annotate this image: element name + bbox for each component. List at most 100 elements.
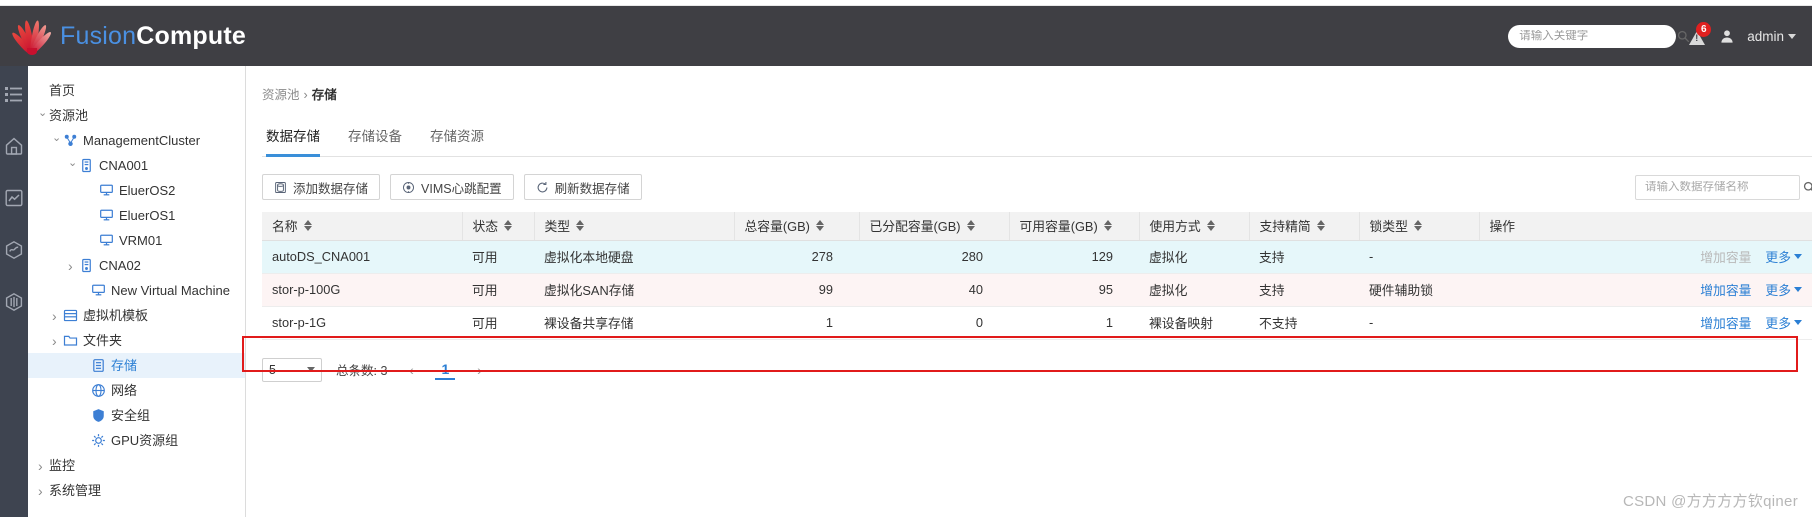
table-row[interactable]: autoDS_CNA001 可用 虚拟化本地硬盘 278 280 129 虚拟化 支持 - 增加容… [262, 240, 1812, 274]
hexagon-wave-icon[interactable] [4, 240, 24, 260]
alert-button[interactable]: 6 [1689, 22, 1712, 46]
tree-item-elueros2[interactable]: EluerOS2 [28, 178, 245, 203]
tree-item-vrm01[interactable]: VRM01 [28, 228, 245, 253]
tree-item-存储[interactable]: 存储 [28, 353, 245, 378]
tree-item-文件夹[interactable]: 文件夹 [28, 328, 245, 353]
tree-item-安全组[interactable]: 安全组 [28, 403, 245, 428]
chevron-down-icon[interactable] [52, 134, 63, 147]
cell-type: 虚拟化本地硬盘 [534, 240, 734, 274]
sort-arrows-icon[interactable] [1103, 220, 1112, 232]
column-header-5[interactable]: 可用容量(GB) [1009, 212, 1140, 241]
user-menu[interactable]: admin [1747, 29, 1796, 44]
column-header-label: 支持精简 [1259, 219, 1311, 235]
page-size-select[interactable]: 5 [262, 357, 322, 382]
datastore-search-input[interactable] [1645, 181, 1799, 193]
column-header-2[interactable]: 类型 [534, 212, 735, 241]
user-name: admin [1747, 28, 1784, 44]
tree-item-managementcluster[interactable]: ManagementCluster [28, 128, 245, 153]
tree-item-监控[interactable]: 监控 [28, 453, 245, 478]
more-actions-menu[interactable]: 更多 [1765, 313, 1802, 332]
column-header-1[interactable]: 状态 [462, 212, 535, 241]
tree-item-系统管理[interactable]: 系统管理 [28, 478, 245, 503]
sort-arrows-icon[interactable] [303, 220, 312, 232]
column-header-0[interactable]: 名称 [262, 212, 463, 241]
table-row[interactable]: stor-p-1G 可用 裸设备共享存储 1 0 1 裸设备映射 不支持 - 增加容量 更多 [262, 306, 1812, 340]
vims-heartbeat-button[interactable]: VIMS心跳配置 [390, 174, 514, 200]
column-header-6[interactable]: 使用方式 [1139, 212, 1250, 241]
expand-capacity-link[interactable]: 增加容量 [1700, 280, 1751, 299]
chevron-right-icon[interactable] [38, 483, 49, 499]
column-header-7[interactable]: 支持精简 [1249, 212, 1360, 241]
more-actions-menu[interactable]: 更多 [1765, 280, 1802, 299]
column-header-label: 类型 [544, 219, 571, 235]
list-icon[interactable] [4, 84, 24, 104]
cell-thin-support: 不支持 [1249, 306, 1359, 340]
brand-name-second: Compute [136, 21, 246, 50]
header-actions: 6 admin [1508, 22, 1796, 48]
cell-actions: 增加容量 更多 [1479, 240, 1812, 274]
sort-arrows-icon[interactable] [576, 220, 585, 232]
page-number-1[interactable]: 1 [435, 360, 456, 380]
tree-item-网络[interactable]: 网络 [28, 378, 245, 403]
add-datastore-button[interactable]: 添加数据存储 [262, 174, 381, 200]
sort-arrows-icon[interactable] [815, 220, 824, 232]
chevron-down-icon[interactable] [38, 109, 49, 122]
sort-arrows-icon[interactable] [1206, 220, 1215, 232]
brand[interactable]: FusionCompute [10, 17, 246, 56]
tree-item-资源池[interactable]: 资源池 [28, 103, 245, 128]
tree-item-label: 监控 [49, 458, 76, 473]
expand-capacity-link[interactable]: 增加容量 [1700, 313, 1751, 332]
next-page-button[interactable]: › [469, 360, 489, 380]
add-datastore-label: 添加数据存储 [293, 181, 369, 196]
cell-name: autoDS_CNA001 [262, 240, 462, 274]
tree-item-elueros1[interactable]: EluerOS1 [28, 203, 245, 228]
global-search[interactable] [1508, 24, 1690, 48]
column-header-8[interactable]: 锁类型 [1359, 212, 1480, 241]
breadcrumb-parent[interactable]: 资源池 [262, 88, 300, 102]
more-actions-menu[interactable]: 更多 [1765, 247, 1802, 266]
chevron-right-icon[interactable] [38, 458, 49, 474]
prev-page-button[interactable]: ‹ [401, 360, 421, 380]
chevron-right-icon[interactable] [52, 333, 63, 349]
sort-arrows-icon[interactable] [1316, 220, 1325, 232]
column-header-9: 操作 [1479, 212, 1812, 241]
tree-item-首页[interactable]: 首页 [28, 78, 245, 103]
tree-item-new-virtual-machine[interactable]: New Virtual Machine [28, 278, 245, 303]
refresh-datastore-button[interactable]: 刷新数据存储 [523, 174, 642, 200]
column-header-label: 已分配容量(GB) [869, 219, 961, 235]
column-header-3[interactable]: 总容量(GB) [734, 212, 860, 241]
user-icon[interactable] [1720, 29, 1734, 44]
cell-status: 可用 [462, 273, 534, 307]
cell-thin-support: 支持 [1249, 240, 1359, 274]
brand-name-first: Fusion [60, 21, 137, 50]
chevron-right-icon[interactable] [68, 258, 79, 274]
monitor-chart-icon[interactable] [4, 188, 24, 208]
tab-1[interactable]: 存储设备 [348, 125, 402, 157]
chevron-down-icon[interactable] [68, 159, 79, 172]
datastore-table: 名称 状态 类型 总容量(GB) 已分配容量(GB) 可用容量(GB) 使用方式 支持精简 锁类… [262, 212, 1812, 340]
global-search-input[interactable] [1519, 30, 1674, 42]
tree-item-cna02[interactable]: CNA02 [28, 253, 245, 278]
storage-cylinder-icon[interactable] [4, 292, 24, 312]
home-icon[interactable] [4, 136, 24, 156]
table-row[interactable]: stor-p-100G 可用 虚拟化SAN存储 99 40 95 虚拟化 支持 硬件辅助锁 增加容… [262, 273, 1812, 307]
tab-2[interactable]: 存储资源 [430, 125, 484, 157]
cell-allocated-capacity: 40 [859, 273, 1009, 307]
cell-allocated-capacity: 280 [859, 240, 1009, 274]
sort-arrows-icon[interactable] [966, 220, 975, 232]
tree-item-cna001[interactable]: CNA001 [28, 153, 245, 178]
main-content: 资源池›存储 数据存储存储设备存储资源 添加数据存储 VIMS心跳配置 [242, 66, 1812, 517]
column-header-label: 使用方式 [1149, 219, 1201, 235]
chevron-down-icon [1794, 320, 1802, 325]
tree-item-虚拟机模板[interactable]: 虚拟机模板 [28, 303, 245, 328]
datastore-search[interactable] [1635, 174, 1812, 200]
tree-item-gpu资源组[interactable]: GPU资源组 [28, 428, 245, 453]
tab-0[interactable]: 数据存储 [266, 125, 320, 157]
navigation-tree: 首页资源池 ManagementCluster CNA001 EluerOS2 Elue… [28, 66, 246, 517]
sort-arrows-icon[interactable] [1413, 220, 1422, 232]
vm-icon [100, 209, 113, 221]
sort-arrows-icon[interactable] [504, 220, 513, 232]
chevron-right-icon[interactable] [52, 308, 63, 324]
tree-item-label: 首页 [49, 83, 76, 98]
column-header-4[interactable]: 已分配容量(GB) [859, 212, 1010, 241]
